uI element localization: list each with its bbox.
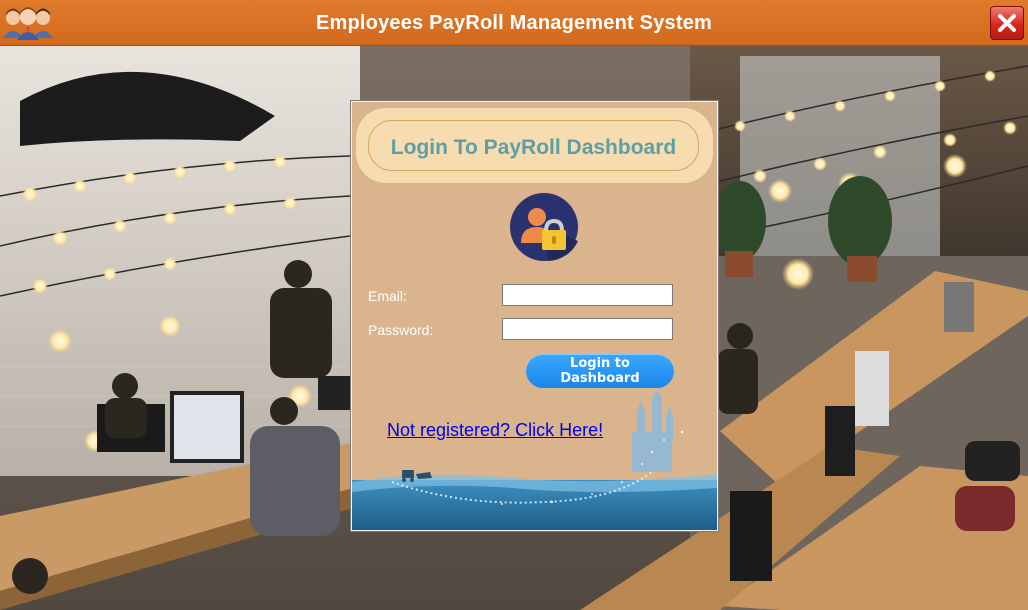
- login-header-frame: Login To PayRoll Dashboard: [368, 120, 699, 171]
- window-title: Employees PayRoll Management System: [315, 12, 713, 34]
- castle-sea-illustration: [352, 392, 717, 530]
- login-panel: Login To PayRoll Dashboard Email: Passwo…: [351, 101, 718, 531]
- email-label: Email:: [368, 288, 407, 304]
- close-button[interactable]: [990, 6, 1024, 40]
- login-button[interactable]: Login to Dashboard: [526, 354, 674, 388]
- close-icon: [998, 14, 1016, 32]
- password-input[interactable]: [502, 318, 673, 340]
- password-label: Password:: [368, 322, 434, 338]
- user-lock-icon: [508, 191, 580, 263]
- login-header: Login To PayRoll Dashboard: [356, 108, 713, 183]
- app-window: Employees PayRoll Management System Logi…: [0, 0, 1028, 610]
- email-input[interactable]: [502, 284, 673, 306]
- login-heading: Login To PayRoll Dashboard: [390, 136, 677, 159]
- title-bar: Employees PayRoll Management System: [0, 0, 1028, 46]
